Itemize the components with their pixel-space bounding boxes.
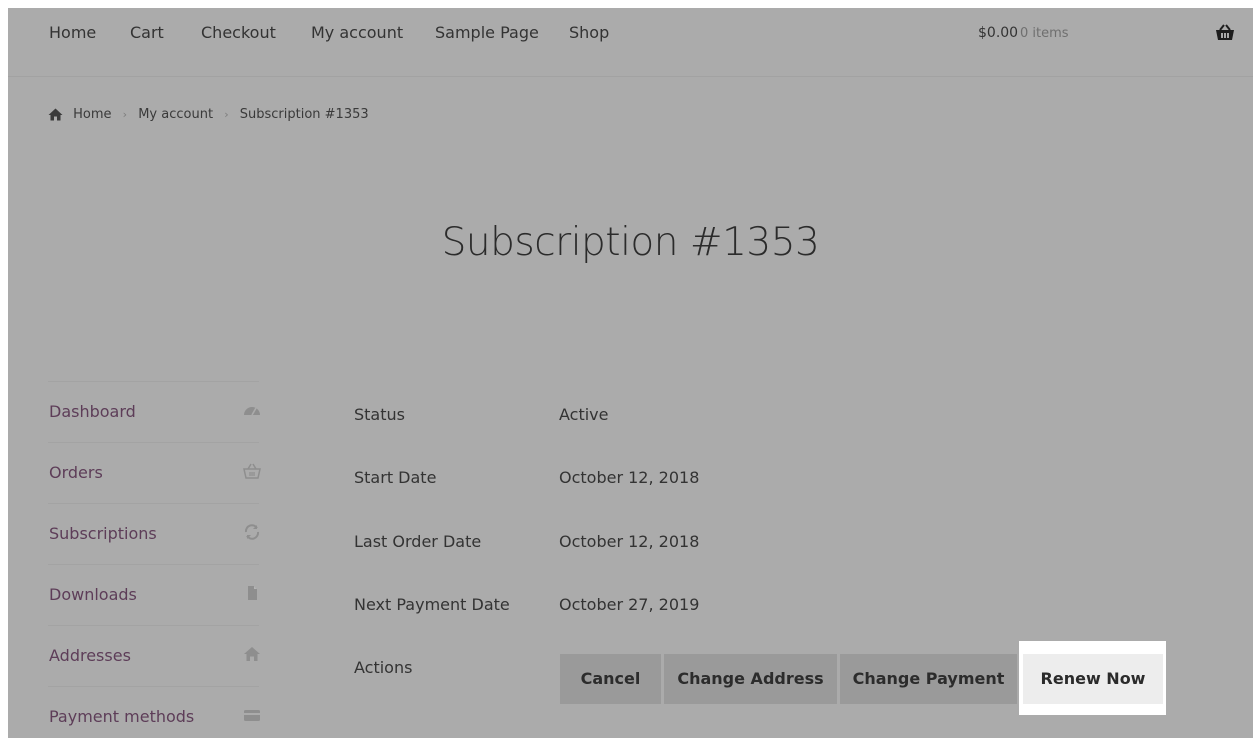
status-value: Active — [559, 405, 609, 424]
last-order-date-value: October 12, 2018 — [559, 532, 700, 551]
sidebar-item-label: Downloads — [49, 585, 137, 604]
start-date-value: October 12, 2018 — [559, 468, 700, 487]
home-icon — [48, 108, 63, 121]
last-order-date-label: Last Order Date — [354, 532, 482, 551]
change-address-button[interactable]: Change Address — [664, 654, 837, 704]
breadcrumb-home[interactable]: Home — [73, 107, 111, 122]
next-payment-date-value: October 27, 2019 — [559, 595, 700, 614]
breadcrumb-my-account[interactable]: My account — [138, 107, 213, 122]
cart-amount[interactable]: $0.00 — [978, 25, 1018, 41]
nav-link-sample-page[interactable]: Sample Page — [435, 23, 539, 42]
start-date-label: Start Date — [354, 468, 437, 487]
page-title: Subscription #1353 — [441, 220, 820, 265]
page-overlay: Home Cart Checkout My account Sample Pag… — [8, 8, 1253, 738]
nav-link-shop[interactable]: Shop — [569, 23, 609, 42]
home-icon — [244, 647, 260, 661]
sidebar-item-orders[interactable]: Orders — [48, 442, 261, 503]
credit-card-icon — [244, 710, 260, 721]
sidebar-item-label: Addresses — [49, 646, 131, 665]
basket-icon — [243, 463, 261, 479]
actions-label: Actions — [354, 658, 413, 677]
cart-item-count[interactable]: 0 items — [1020, 26, 1069, 41]
chevron-right-icon: › — [122, 108, 128, 121]
nav-link-my-account[interactable]: My account — [311, 23, 403, 42]
nav-link-home[interactable]: Home — [49, 23, 96, 42]
sidebar-item-downloads[interactable]: Downloads — [48, 564, 259, 625]
status-label: Status — [354, 405, 405, 424]
sidebar-item-payment-methods[interactable]: Payment methods — [48, 686, 260, 738]
next-payment-date-label: Next Payment Date — [354, 595, 510, 614]
breadcrumb: Home › My account › Subscription #1353 — [48, 107, 369, 127]
nav-link-cart[interactable]: Cart — [130, 23, 164, 42]
breadcrumb-current: Subscription #1353 — [239, 107, 369, 122]
sidebar-item-addresses[interactable]: Addresses — [48, 625, 260, 686]
sidebar-item-label: Dashboard — [49, 402, 136, 421]
sidebar-item-label: Payment methods — [49, 707, 195, 726]
chevron-right-icon: › — [224, 108, 229, 121]
nav-link-checkout[interactable]: Checkout — [201, 23, 276, 42]
account-navigation: Dashboard Orders Subscriptions Downloads… — [48, 381, 261, 738]
top-navigation: Home Cart Checkout My account Sample Pag… — [8, 8, 1253, 77]
sidebar-item-dashboard[interactable]: Dashboard — [48, 381, 260, 442]
sidebar-item-label: Orders — [49, 463, 103, 482]
change-payment-button[interactable]: Change Payment — [840, 654, 1017, 704]
basket-icon[interactable] — [1214, 24, 1236, 42]
sidebar-item-subscriptions[interactable]: Subscriptions — [48, 503, 260, 564]
refresh-icon — [244, 524, 260, 540]
cancel-button[interactable]: Cancel — [560, 654, 661, 704]
file-icon — [248, 586, 257, 600]
sidebar-item-label: Subscriptions — [49, 524, 157, 543]
dashboard-icon — [244, 407, 260, 416]
renew-now-button[interactable]: Renew Now — [1023, 654, 1163, 704]
